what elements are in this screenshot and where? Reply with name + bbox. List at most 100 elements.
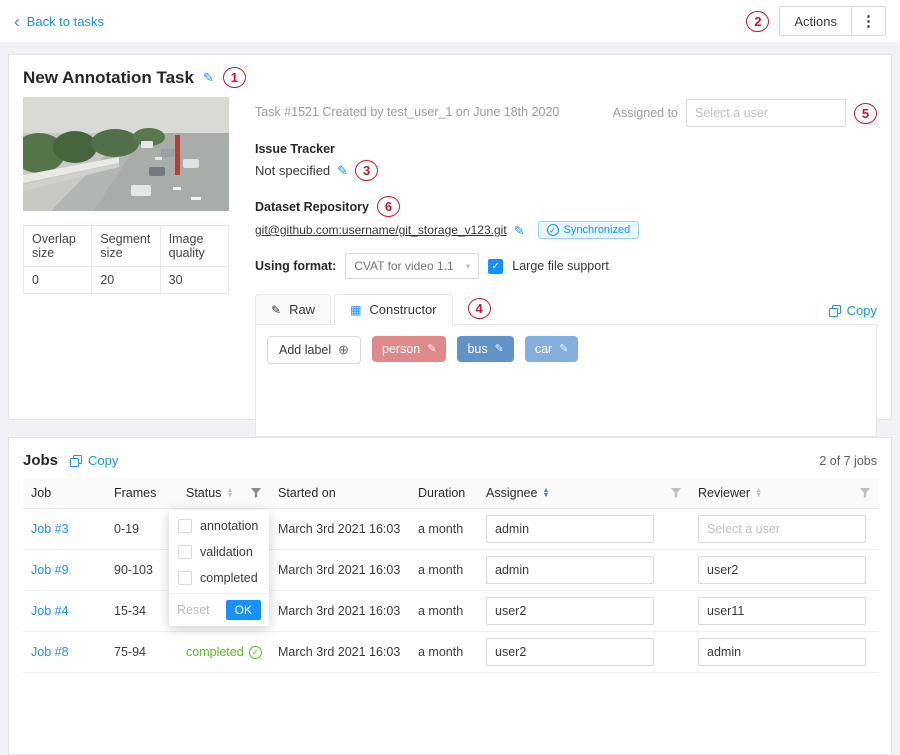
sort-icon[interactable]: ▲▼ bbox=[755, 488, 762, 498]
tab-constructor[interactable]: ▦ Constructor bbox=[334, 294, 453, 325]
reviewer-input[interactable] bbox=[698, 597, 866, 625]
issue-tracker-value-row: Not specified ✎ 3 bbox=[255, 160, 877, 181]
jobs-card: Jobs Copy 2 of 7 jobs Job Frames Status … bbox=[8, 437, 892, 755]
assignee-input[interactable] bbox=[486, 638, 654, 666]
job-link[interactable]: Job #4 bbox=[31, 604, 69, 618]
job-frames: 0-19 bbox=[106, 522, 178, 536]
column-header-status[interactable]: Status ▲▼ bbox=[178, 486, 270, 500]
reviewer-input[interactable] bbox=[698, 515, 866, 543]
edit-label-icon[interactable]: ✎ bbox=[427, 344, 436, 355]
annotation-circle-3: 3 bbox=[355, 160, 378, 181]
task-preview-image bbox=[23, 97, 229, 211]
task-params-table: Overlap size Segment size Image quality … bbox=[23, 225, 229, 294]
column-header-reviewer[interactable]: Reviewer ▲▼ bbox=[690, 486, 879, 500]
column-header-started: Started on bbox=[270, 486, 410, 500]
sort-icon[interactable]: ▲▼ bbox=[226, 488, 233, 498]
issue-tracker-value: Not specified bbox=[255, 163, 330, 178]
label-constructor-panel: Add label ⊕ person ✎ bus ✎ car ✎ bbox=[255, 324, 877, 437]
issue-tracker-label: Issue Tracker bbox=[255, 142, 877, 156]
tab-raw[interactable]: ✎ Raw bbox=[255, 294, 331, 325]
job-link[interactable]: Job #9 bbox=[31, 563, 69, 577]
dataset-repository-label-text: Dataset Repository bbox=[255, 200, 369, 214]
add-label-button[interactable]: Add label ⊕ bbox=[267, 336, 361, 364]
filter-option-label: completed bbox=[200, 571, 258, 585]
job-frames: 75-94 bbox=[106, 645, 178, 659]
edit-repository-icon[interactable]: ✎ bbox=[514, 224, 525, 237]
reviewer-input[interactable] bbox=[698, 638, 866, 666]
filter-option-label: annotation bbox=[200, 519, 258, 533]
format-select-value: CVAT for video 1.1 bbox=[354, 259, 453, 273]
job-started: March 3rd 2021 16:03 bbox=[270, 645, 410, 659]
actions-more-button[interactable]: ⋮ bbox=[852, 6, 886, 36]
assigned-to-input[interactable] bbox=[686, 99, 846, 127]
checkbox-unchecked[interactable] bbox=[178, 519, 192, 533]
copy-icon bbox=[829, 305, 841, 317]
filter-option-annotation[interactable]: annotation bbox=[169, 513, 269, 539]
task-right-column: Task #1521 Created by test_user_1 on Jun… bbox=[229, 97, 877, 437]
job-duration: a month bbox=[410, 522, 478, 536]
back-to-tasks-link[interactable]: ‹ Back to tasks bbox=[14, 13, 104, 30]
column-header-job: Job bbox=[23, 486, 106, 500]
job-link[interactable]: Job #3 bbox=[31, 522, 69, 536]
assignee-input[interactable] bbox=[486, 556, 654, 584]
jobs-table: Job Frames Status ▲▼ Started on Duration… bbox=[23, 478, 879, 673]
repository-url[interactable]: git@github.com:username/git_storage_v123… bbox=[255, 223, 507, 237]
param-header-quality: Image quality bbox=[160, 226, 228, 267]
jobs-table-header: Job Frames Status ▲▼ Started on Duration… bbox=[23, 478, 879, 509]
jobs-header-row: Jobs Copy 2 of 7 jobs bbox=[23, 448, 877, 469]
sort-icon[interactable]: ▲▼ bbox=[542, 488, 549, 498]
topbar-right: 2 Actions ⋮ bbox=[746, 6, 886, 36]
job-duration: a month bbox=[410, 645, 478, 659]
edit-title-icon[interactable]: ✎ bbox=[203, 71, 214, 84]
tab-raw-label: Raw bbox=[289, 302, 315, 317]
sync-status-badge: ✓ Synchronized bbox=[538, 221, 640, 239]
jobs-copy-button[interactable]: Copy bbox=[70, 453, 118, 468]
assignee-input[interactable] bbox=[486, 515, 654, 543]
filter-funnel-icon[interactable] bbox=[859, 487, 871, 499]
actions-button[interactable]: Actions bbox=[779, 6, 852, 36]
jobs-title: Jobs bbox=[23, 452, 58, 469]
annotation-circle-1: 1 bbox=[223, 67, 246, 88]
format-select[interactable]: CVAT for video 1.1 ▾ bbox=[345, 253, 479, 279]
jobs-count: 2 of 7 jobs bbox=[819, 454, 877, 468]
edit-label-icon[interactable]: ✎ bbox=[495, 344, 504, 355]
assigned-to-label: Assigned to bbox=[613, 106, 678, 120]
annotation-circle-6: 6 bbox=[377, 196, 400, 217]
task-title: New Annotation Task bbox=[23, 68, 194, 88]
constructor-block-icon: ▦ bbox=[350, 304, 361, 316]
params-value-row: 0 20 30 bbox=[24, 267, 229, 294]
filter-option-completed[interactable]: completed bbox=[169, 565, 269, 591]
task-body: Overlap size Segment size Image quality … bbox=[23, 97, 877, 437]
job-row: Job #8 75-94 completed ✓ March 3rd 2021 … bbox=[23, 632, 879, 673]
label-tag-person[interactable]: person ✎ bbox=[372, 336, 446, 362]
label-tag-car[interactable]: car ✎ bbox=[525, 336, 579, 362]
filter-reset-button[interactable]: Reset bbox=[177, 603, 210, 617]
edit-label-icon[interactable]: ✎ bbox=[559, 344, 568, 355]
using-format-label: Using format: bbox=[255, 259, 336, 273]
filter-ok-button[interactable]: OK bbox=[226, 600, 261, 620]
large-file-support-label: Large file support bbox=[512, 259, 609, 273]
assignee-input[interactable] bbox=[486, 597, 654, 625]
job-started: March 3rd 2021 16:03 bbox=[270, 604, 410, 618]
label-tag-person-name: person bbox=[382, 342, 420, 356]
task-meta-row: Task #1521 Created by test_user_1 on Jun… bbox=[255, 99, 877, 127]
annotation-circle-2: 2 bbox=[746, 11, 769, 32]
label-tag-car-name: car bbox=[535, 342, 552, 356]
job-row: Job #9 90-103 March 3rd 2021 16:03 a mon… bbox=[23, 550, 879, 591]
param-value-quality: 30 bbox=[160, 267, 228, 294]
reviewer-input[interactable] bbox=[698, 556, 866, 584]
checkbox-unchecked[interactable] bbox=[178, 571, 192, 585]
edit-issue-tracker-icon[interactable]: ✎ bbox=[337, 164, 348, 177]
large-file-support-checkbox[interactable]: ✓ bbox=[488, 259, 503, 274]
param-header-segment: Segment size bbox=[92, 226, 160, 267]
label-tag-bus[interactable]: bus ✎ bbox=[457, 336, 513, 362]
filter-funnel-icon[interactable] bbox=[250, 487, 262, 499]
job-link[interactable]: Job #8 bbox=[31, 645, 69, 659]
filter-funnel-icon[interactable] bbox=[670, 487, 682, 499]
labels-copy-button[interactable]: Copy bbox=[829, 303, 877, 318]
column-header-assignee[interactable]: Assignee ▲▼ bbox=[478, 486, 690, 500]
filter-option-label: validation bbox=[200, 545, 253, 559]
tab-constructor-label: Constructor bbox=[369, 302, 436, 317]
filter-option-validation[interactable]: validation bbox=[169, 539, 269, 565]
checkbox-unchecked[interactable] bbox=[178, 545, 192, 559]
